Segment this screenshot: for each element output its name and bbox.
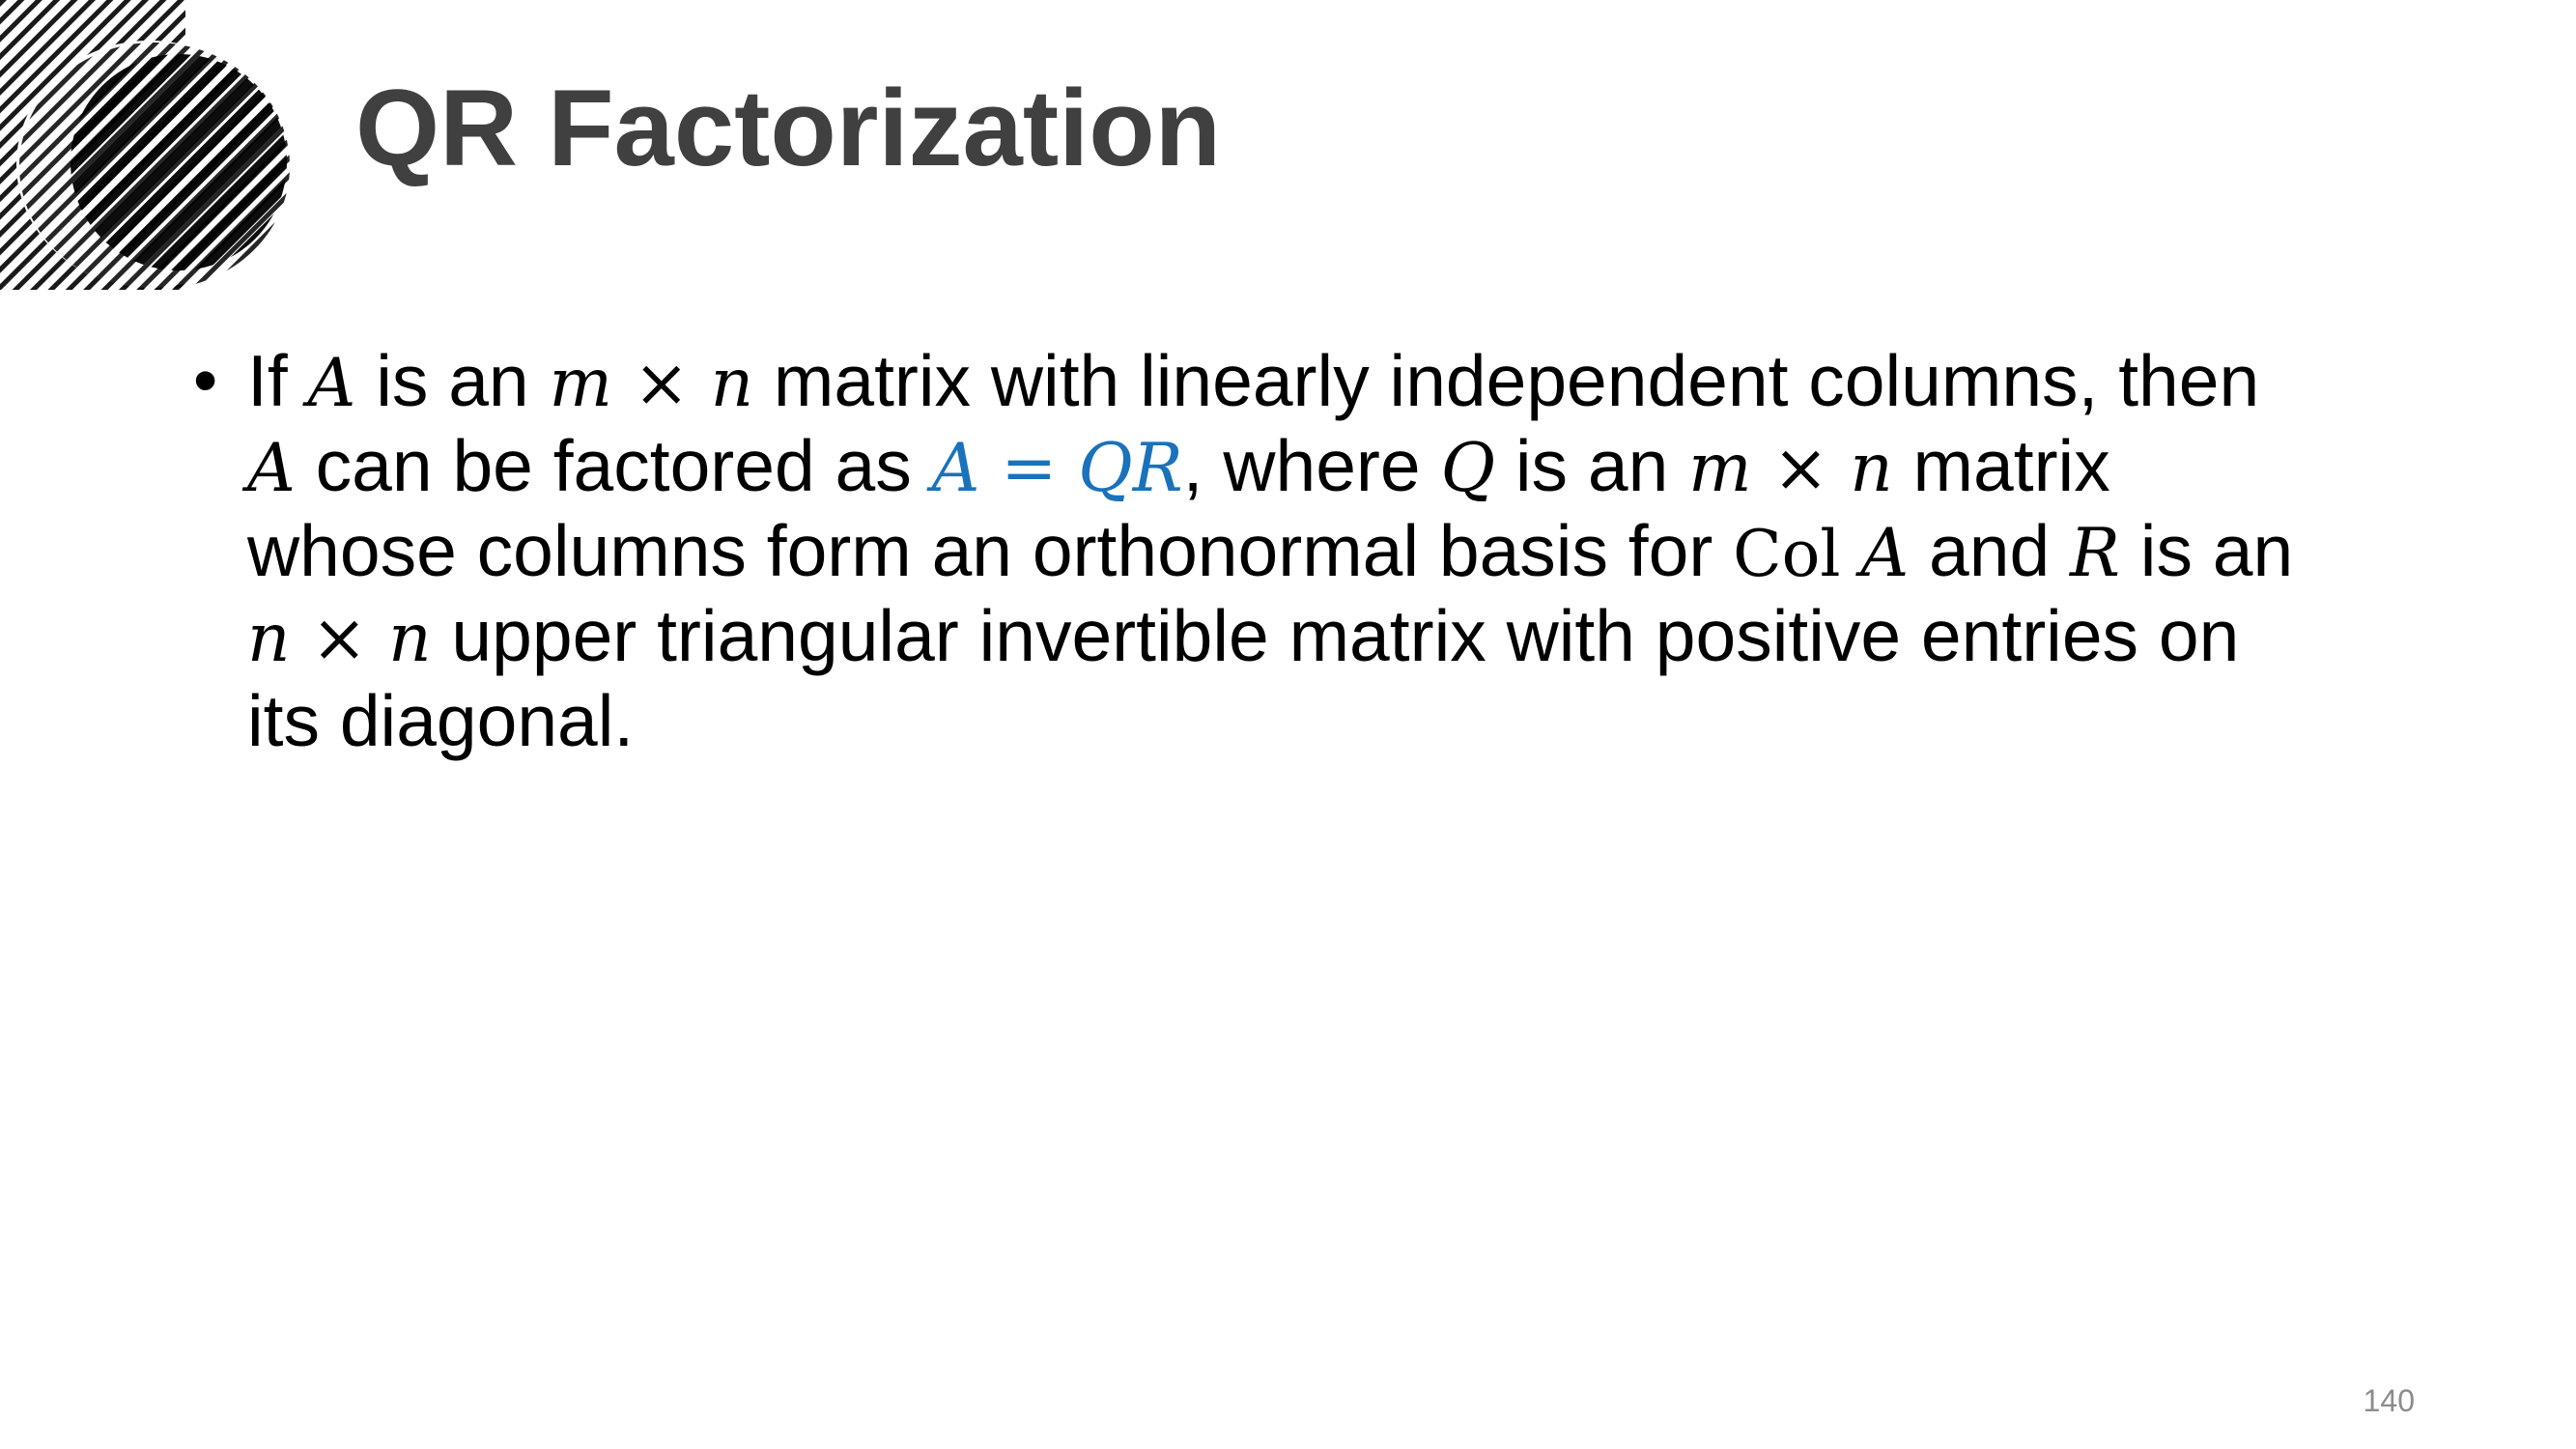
bullet-text: If A is an m × n matrix with linearly in… [247,340,2415,762]
text-line: A can be factored as A = QR, where Q is … [247,425,2415,510]
text-run: upper triangular invertible matrix with … [431,595,2240,676]
text-line: If A is an m × n matrix with linearly in… [247,340,2415,425]
text-run: its diagonal. [247,680,635,761]
text-run: and [1909,510,2071,591]
text-line: its diagonal. [247,680,2415,762]
text-run: matrix with linearly independent columns… [753,340,2260,421]
math-symbol: A [1860,515,1910,592]
text-run: is an [355,340,550,421]
bullet-marker: • [193,342,218,419]
slide-title: QR Factorization [355,68,1222,188]
math-operator: × [611,345,711,422]
text-run [1841,510,1861,591]
equation-operator: = [979,430,1079,507]
text-run: If [247,340,308,421]
math-symbol: n [247,600,291,677]
equation-term: QR [1078,430,1183,507]
slide: QR Factorization • If A is an m × n matr… [0,0,2576,1449]
math-symbol: A [247,430,296,507]
bullet-list: • If A is an m × n matrix with linearly … [193,340,2415,762]
math-symbol: n [1850,430,1893,507]
math-function: Col [1733,517,1841,591]
math-symbol: n [710,345,754,422]
equation-term: A [931,430,980,507]
math-symbol: m [1688,430,1752,507]
text-run: , where [1182,425,1441,506]
text-run: is an [1495,425,1689,506]
text-line: n × n upper triangular invertible matrix… [247,595,2415,680]
math-symbol: n [388,600,432,677]
math-symbol: Q [1440,430,1496,507]
math-symbol: A [307,345,356,422]
text-run: whose columns form an orthonormal basis … [247,510,1734,591]
bullet-item: • If A is an m × n matrix with linearly … [193,340,2415,762]
text-run: is an [2119,510,2294,591]
math-symbol: R [2070,515,2120,592]
math-symbol: m [549,345,612,422]
diagonal-hatched-circles-icon [0,0,290,290]
text-run: matrix [1892,425,2110,506]
page-number: 140 [2363,1383,2415,1418]
text-line: whose columns form an orthonormal basis … [247,510,2415,595]
math-operator: × [1751,430,1851,507]
text-run: can be factored as [295,425,932,506]
math-operator: × [290,600,389,677]
